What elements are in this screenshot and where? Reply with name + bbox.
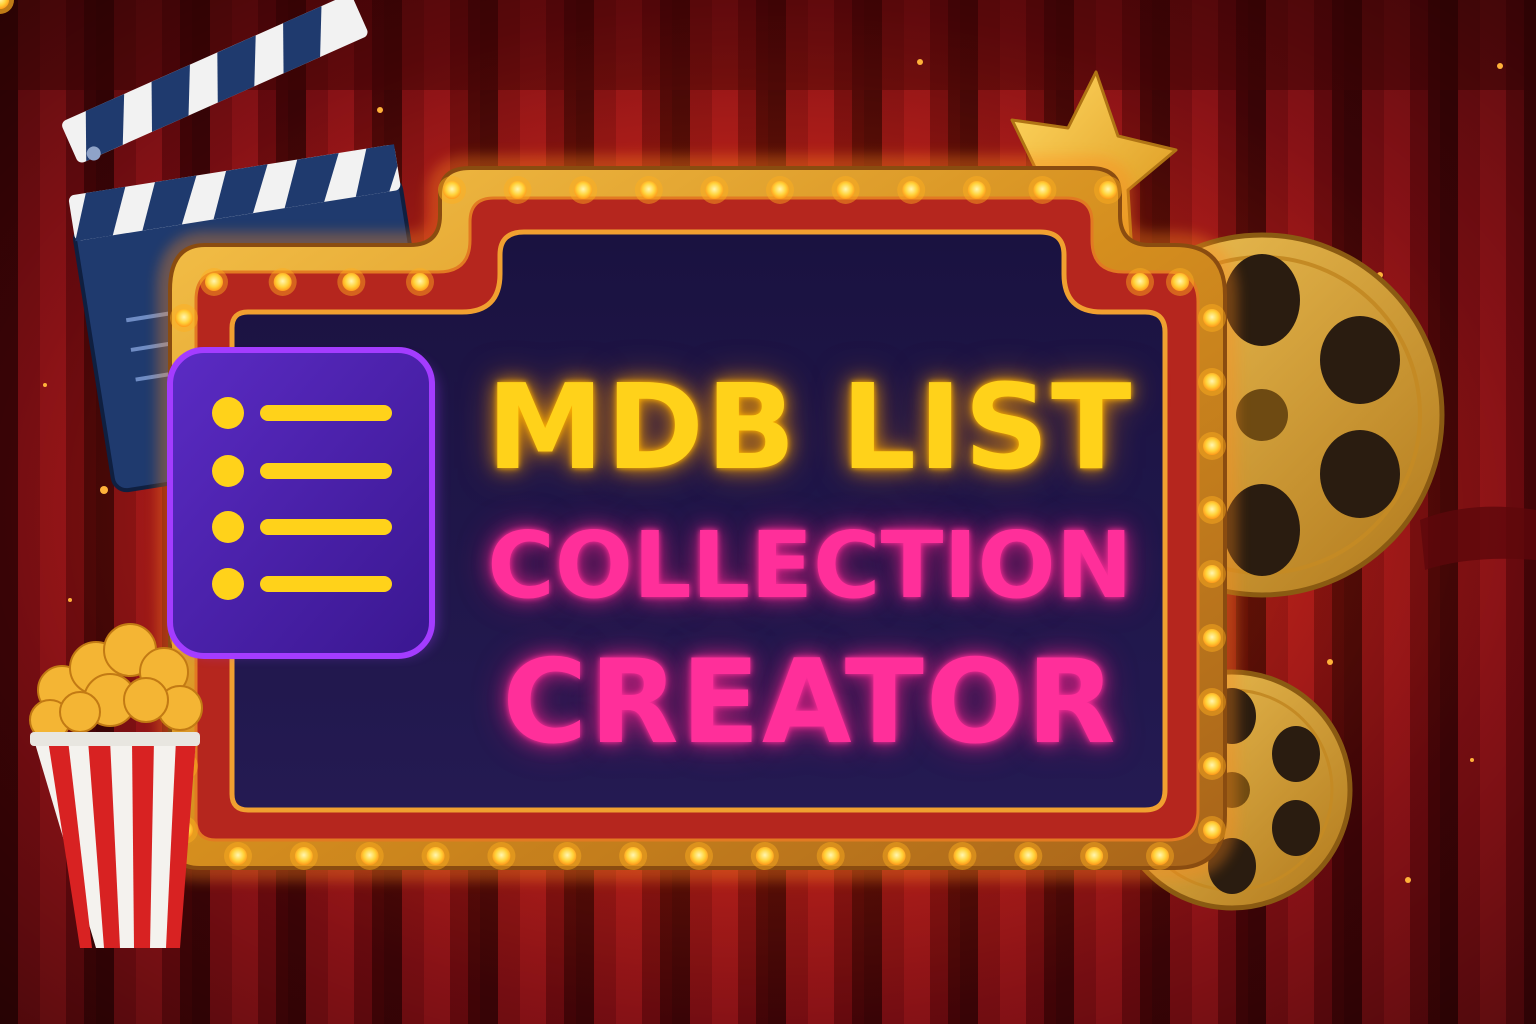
marquee-bulb — [1131, 273, 1149, 291]
marquee-bulb — [508, 181, 527, 199]
marquee-bulb — [967, 181, 986, 199]
marquee-bulb — [624, 847, 643, 865]
marquee-bulb — [639, 181, 658, 199]
marquee-bulb — [1203, 693, 1221, 711]
marquee-bulb — [705, 181, 724, 199]
marquee-bulb — [1203, 309, 1221, 327]
marquee-bulb — [1099, 181, 1117, 199]
marquee-bulb — [175, 309, 193, 327]
marquee-bulb — [229, 847, 247, 865]
marquee-bulb — [1203, 565, 1221, 583]
marquee-bulb — [755, 847, 774, 865]
marquee-bulb — [1085, 847, 1104, 865]
marquee-bulb — [492, 847, 511, 865]
marquee-bulb — [558, 847, 577, 865]
marquee-bulb — [1203, 821, 1221, 839]
marquee-bulb — [953, 847, 972, 865]
marquee-bulb — [205, 273, 223, 291]
marquee-bulb — [426, 847, 445, 865]
marquee-bulb — [690, 847, 708, 865]
marquee-bulb — [1203, 501, 1221, 519]
marquee-bulb — [273, 273, 292, 291]
marquee-bulb — [443, 181, 461, 199]
marquee-bulb — [574, 181, 593, 199]
marquee-bulb — [887, 847, 906, 865]
marquee-bulb — [411, 273, 429, 291]
marquee-bulb — [1203, 629, 1221, 647]
title-line-1: MDB LIST — [486, 358, 1134, 496]
marquee-bulb — [1203, 437, 1221, 455]
marquee-bulb — [836, 181, 855, 199]
title-line-2: COLLECTION — [487, 512, 1133, 619]
marquee-bulb — [1019, 847, 1038, 865]
marquee-bulb — [360, 847, 379, 865]
marquee-bulb — [771, 181, 789, 199]
marquee-bulb — [342, 273, 361, 291]
marquee-bulb — [1033, 181, 1052, 199]
marquee-bulb — [1203, 373, 1221, 391]
marquee-bulb — [821, 847, 840, 865]
list-icon — [167, 347, 438, 659]
marquee-bulb — [1203, 757, 1221, 775]
marquee-bulb — [1151, 847, 1169, 865]
marquee-bulb — [294, 847, 313, 865]
marquee-bulb — [902, 181, 921, 199]
marquee-bulb — [1171, 273, 1189, 291]
title-line-3: CREATOR — [502, 635, 1118, 770]
